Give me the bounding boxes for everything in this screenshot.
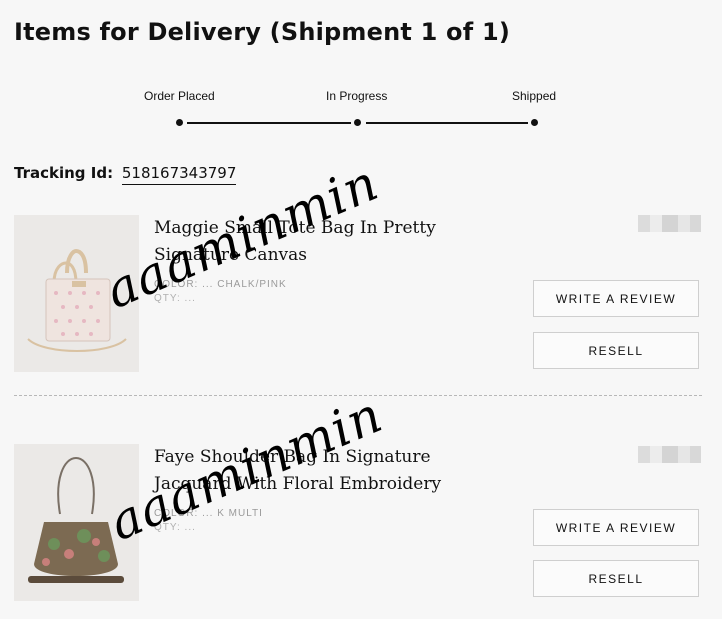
step-dot-order-placed: [176, 119, 183, 126]
step-dot-in-progress: [354, 119, 361, 126]
product-image-maggie-tote[interactable]: [14, 215, 139, 372]
progress-line-1: [187, 122, 351, 124]
step-dot-shipped: [531, 119, 538, 126]
product-qty: QTY: ...: [154, 293, 196, 304]
item-divider: [14, 395, 702, 396]
shipment-item: Faye Shoulder Bag In Signature Jacquard …: [0, 444, 722, 609]
product-color: COLOR: ... CHALK/PINK: [154, 279, 287, 290]
product-name-link[interactable]: Maggie Small Tote Bag In Pretty Signatur…: [154, 215, 444, 269]
product-qty: QTY: ...: [154, 522, 196, 533]
resell-button[interactable]: RESELL: [533, 560, 699, 597]
tracking-label: Tracking Id:: [14, 164, 114, 182]
product-color: COLOR: ... K MULTI: [154, 508, 263, 519]
write-review-button[interactable]: WRITE A REVIEW: [533, 509, 699, 546]
step-label-in-progress: In Progress: [326, 89, 388, 103]
write-review-button[interactable]: WRITE A REVIEW: [533, 280, 699, 317]
shipment-item: Maggie Small Tote Bag In Pretty Signatur…: [0, 215, 722, 380]
tracking-number-link[interactable]: 518167343797: [121, 164, 237, 185]
step-label-order-placed: Order Placed: [144, 89, 215, 103]
page-title: Items for Delivery (Shipment 1 of 1): [14, 18, 511, 46]
resell-button[interactable]: RESELL: [533, 332, 699, 369]
product-image-faye-bag[interactable]: [14, 444, 139, 601]
progress-line-2: [366, 122, 528, 124]
tracking-info: Tracking Id: 518167343797: [14, 164, 237, 185]
price-redacted: [638, 215, 701, 232]
product-name-link[interactable]: Faye Shoulder Bag In Signature Jacquard …: [154, 444, 444, 498]
step-label-shipped: Shipped: [512, 89, 557, 103]
price-redacted: [638, 446, 701, 463]
